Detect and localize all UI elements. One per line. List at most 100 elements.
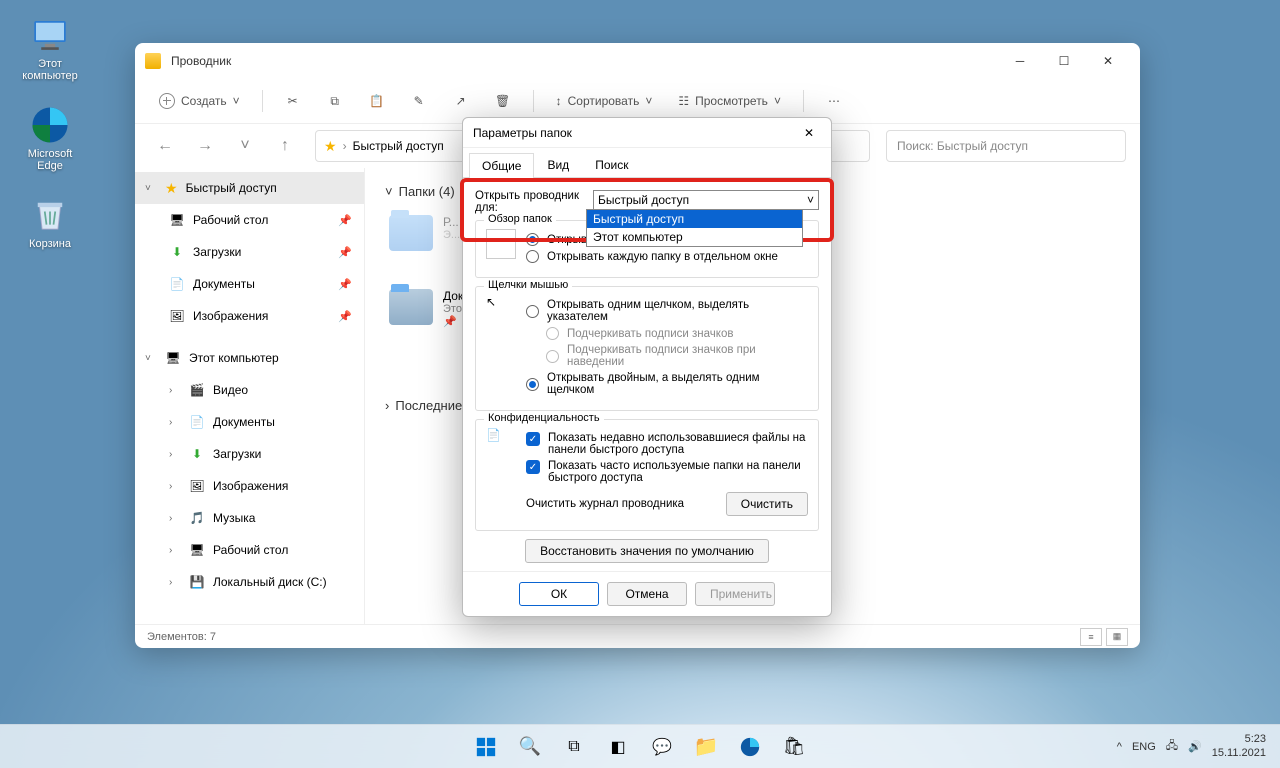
tab-search[interactable]: Поиск <box>582 152 641 177</box>
explorer-taskbar-button[interactable]: 📁 <box>687 728 725 766</box>
rename-icon: ✎ <box>414 94 424 108</box>
sidebar-item-documents2[interactable]: ›📄Документы <box>135 406 364 438</box>
cancel-button[interactable]: Отмена <box>607 582 687 606</box>
chat-button[interactable]: 💬 <box>643 728 681 766</box>
sidebar-item-videos[interactable]: ›🎬Видео <box>135 374 364 406</box>
sidebar-item-pictures2[interactable]: ›🖼Изображения <box>135 470 364 502</box>
tab-view[interactable]: Вид <box>534 152 582 177</box>
tab-general[interactable]: Общие <box>469 153 534 178</box>
desktop-icon-label: Корзина <box>29 238 71 250</box>
disk-icon: 💾 <box>189 574 205 590</box>
chevron-right-icon: › <box>343 139 347 153</box>
task-view-button[interactable]: ⧉ <box>555 728 593 766</box>
more-button[interactable]: ⋯ <box>816 85 852 117</box>
dropdown-option-this-pc[interactable]: Этот компьютер <box>587 228 802 246</box>
desktop-icon-this-pc[interactable]: Этот компьютер <box>10 10 90 86</box>
dropdown-option-quick-access[interactable]: Быстрый доступ <box>587 210 802 228</box>
sidebar[interactable]: ˅ ★ Быстрый доступ 🖥Рабочий стол📌 ⬇Загру… <box>135 168 365 624</box>
cut-button[interactable]: ✂ <box>275 85 311 117</box>
clock[interactable]: 5:23 15.11.2021 <box>1212 733 1266 759</box>
language-indicator[interactable]: ENG <box>1132 741 1156 753</box>
share-button[interactable]: ↗ <box>443 85 479 117</box>
system-tray: ^ ENG 🖧 🔊 5:23 15.11.2021 <box>1117 733 1280 759</box>
paste-icon: 📋 <box>369 94 384 108</box>
search-input[interactable]: Поиск: Быстрый доступ <box>886 130 1126 162</box>
recent-button[interactable]: ˅ <box>229 130 261 162</box>
network-icon[interactable]: 🖧 <box>1166 737 1178 756</box>
folder-icon: 📁 <box>694 734 719 759</box>
details-view-button[interactable]: ≡ <box>1080 628 1102 646</box>
sidebar-item-quick-access[interactable]: ˅ ★ Быстрый доступ <box>135 172 364 204</box>
desktop-icon-edge[interactable]: Microsoft Edge <box>10 100 90 176</box>
desktop-icon-recycle-bin[interactable]: Корзина <box>10 190 90 254</box>
titlebar[interactable]: Проводник ─ ☐ ✕ <box>135 43 1140 79</box>
dialog-titlebar[interactable]: Параметры папок ✕ <box>463 118 831 148</box>
sidebar-item-this-pc[interactable]: ˅ 🖥 Этот компьютер <box>135 342 364 374</box>
start-button[interactable] <box>467 728 505 766</box>
pictures-icon: 🖼 <box>189 478 205 494</box>
open-for-dropdown[interactable]: Быстрый доступ Этот компьютер <box>586 209 803 247</box>
open-for-select[interactable]: Быстрый доступ ˅ <box>593 190 819 210</box>
sidebar-item-downloads[interactable]: ⬇Загрузки📌 <box>135 236 364 268</box>
checkbox-recent-files[interactable]: ✓ <box>526 432 540 446</box>
sidebar-item-desktop[interactable]: 🖥Рабочий стол📌 <box>135 204 364 236</box>
breadcrumb[interactable]: Быстрый доступ <box>353 139 444 153</box>
volume-icon[interactable]: 🔊 <box>1188 740 1202 753</box>
view-button[interactable]: ☷Просмотреть˅ <box>668 85 791 117</box>
sidebar-item-disk-c[interactable]: ›💾Локальный диск (C:) <box>135 566 364 598</box>
sidebar-item-pictures[interactable]: 🖼Изображения📌 <box>135 300 364 332</box>
tray-chevron-icon[interactable]: ^ <box>1117 741 1122 753</box>
restore-defaults-button[interactable]: Восстановить значения по умолчанию <box>525 539 769 563</box>
paste-button[interactable]: 📋 <box>359 85 395 117</box>
browse-folders-legend: Обзор папок <box>484 213 556 225</box>
radio-underline-always[interactable] <box>546 327 559 340</box>
maximize-button[interactable]: ☐ <box>1042 45 1086 77</box>
radio-single-click[interactable] <box>526 305 539 318</box>
pin-icon: 📌 <box>338 278 352 291</box>
scissors-icon: ✂ <box>288 94 298 108</box>
close-button[interactable]: ✕ <box>1086 45 1130 77</box>
radio-double-click[interactable] <box>526 378 539 391</box>
documents-icon: 📄 <box>189 414 205 430</box>
back-button[interactable]: ← <box>149 130 181 162</box>
edge-taskbar-button[interactable] <box>731 728 769 766</box>
radio-separate-window[interactable] <box>526 250 539 263</box>
plus-icon <box>159 93 175 109</box>
up-button[interactable]: ↑ <box>269 130 301 162</box>
minimize-button[interactable]: ─ <box>998 45 1042 77</box>
clear-button[interactable]: Очистить <box>726 492 808 516</box>
checkbox-frequent-folders[interactable]: ✓ <box>526 460 540 474</box>
chevron-right-icon: › <box>169 513 181 524</box>
sidebar-item-desktop2[interactable]: ›🖥Рабочий стол <box>135 534 364 566</box>
store-taskbar-button[interactable]: 🛍 <box>775 728 813 766</box>
search-button[interactable]: 🔍 <box>511 728 549 766</box>
downloads-icon: ⬇ <box>189 446 205 462</box>
sidebar-item-downloads2[interactable]: ›⬇Загрузки <box>135 438 364 470</box>
widgets-button[interactable]: ◧ <box>599 728 637 766</box>
folder-preview-icon <box>486 229 516 259</box>
chevron-right-icon: › <box>169 385 181 396</box>
item-count: Элементов: 7 <box>147 631 216 643</box>
store-icon: 🛍 <box>783 736 806 757</box>
ok-button[interactable]: ОК <box>519 582 599 606</box>
rename-button[interactable]: ✎ <box>401 85 437 117</box>
view-icon: ☷ <box>678 94 689 108</box>
forward-button[interactable]: → <box>189 130 221 162</box>
radio-underline-hover[interactable] <box>546 350 559 363</box>
apply-button[interactable]: Применить <box>695 582 775 606</box>
chevron-right-icon: › <box>169 545 181 556</box>
copy-button[interactable]: ⧉ <box>317 85 353 117</box>
sidebar-item-documents[interactable]: 📄Документы📌 <box>135 268 364 300</box>
chevron-down-icon: ˅ <box>233 94 240 108</box>
new-button[interactable]: Создать˅ <box>149 85 250 117</box>
monitor-icon: 🖥 <box>165 350 181 366</box>
chevron-down-icon: ˅ <box>807 193 814 207</box>
close-icon[interactable]: ✕ <box>797 126 821 140</box>
sort-button[interactable]: ↕Сортировать˅ <box>546 85 663 117</box>
large-icons-view-button[interactable]: ▦ <box>1106 628 1128 646</box>
radio-same-window[interactable] <box>526 233 539 246</box>
sidebar-item-music[interactable]: ›🎵Музыка <box>135 502 364 534</box>
delete-button[interactable]: 🗑 <box>485 85 521 117</box>
pin-icon: 📌 <box>338 310 352 323</box>
dialog-title: Параметры папок <box>473 126 572 140</box>
